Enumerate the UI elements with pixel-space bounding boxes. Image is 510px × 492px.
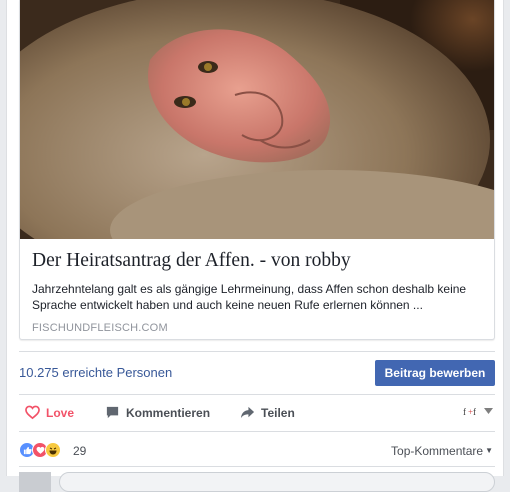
link-description: Jahrzehntelang galt es als gängige Lehrm… [32,282,467,312]
comment-sort-dropdown[interactable]: Top-Kommentare ▼ [391,444,493,458]
divider [19,394,495,395]
svg-text:f: f [473,407,476,417]
divider [19,351,495,352]
boost-post-button[interactable]: Beitrag bewerben [375,360,495,386]
caret-down-icon [484,408,493,414]
love-button[interactable]: Love [25,405,74,420]
monkey-photo [20,0,494,239]
caret-down-icon: ▼ [485,446,493,455]
link-domain: FISCHUNDFLEISCH.COM [32,322,168,334]
share-arrow-icon [240,406,255,419]
comment-composer [19,466,495,492]
post-as-selector[interactable]: f + f [463,405,493,417]
svg-text:f: f [463,407,466,417]
feed-post: Der Heiratsantrag der Affen. - von robby… [6,0,504,492]
action-bar: Love Kommentieren Teilen f + f [19,400,495,426]
share-button[interactable]: Teilen [240,405,295,420]
divider [19,431,495,432]
reaction-count[interactable]: 29 [73,444,86,458]
haha-reaction-icon [45,442,61,458]
comment-button[interactable]: Kommentieren [105,405,210,420]
link-preview-card[interactable]: Der Heiratsantrag der Affen. - von robby… [19,0,495,340]
comment-input[interactable] [59,472,495,492]
love-label: Love [46,405,75,420]
heart-outline-icon [25,405,40,420]
reaction-icons [19,442,61,458]
comment-icon [106,406,119,419]
link-title[interactable]: Der Heiratsantrag der Affen. - von robby [32,249,484,275]
avatar [19,472,51,492]
reach-row: 10.275 erreichte Personen Beitrag bewerb… [19,355,495,389]
page-avatar-icon: f + f [463,407,476,417]
share-label: Teilen [261,405,295,420]
comment-sort-label: Top-Kommentare [391,444,484,458]
reach-count-link[interactable]: 10.275 erreichte Personen [19,365,172,380]
link-preview-image[interactable] [20,0,494,239]
reactions-summary[interactable]: 29 Top-Kommentare ▼ [19,440,495,462]
link-preview-body[interactable]: Der Heiratsantrag der Affen. - von robby… [20,239,494,339]
comment-label: Kommentieren [126,405,211,420]
